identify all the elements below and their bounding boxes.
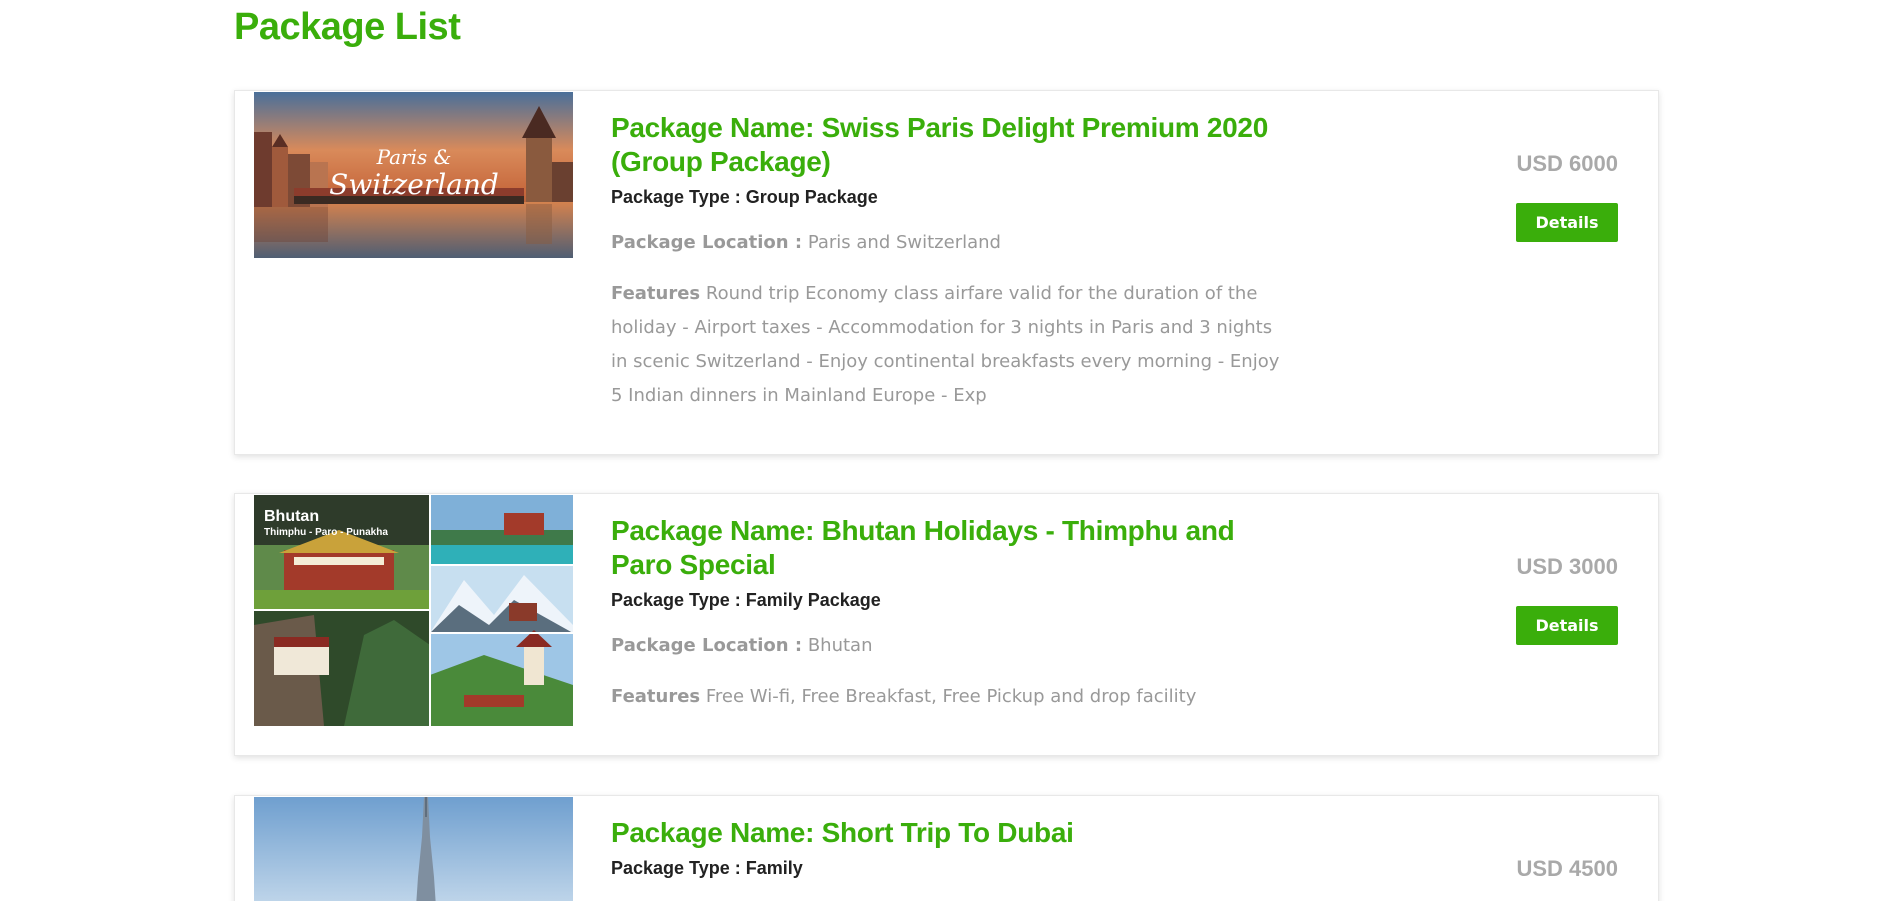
bhutan-collage-image: Bhutan Thimphu - Paro - Punakha: [254, 495, 573, 726]
package-features-value: Free Wi-fi, Free Breakfast, Free Pickup …: [705, 686, 1197, 707]
dubai-skyline-image: [254, 797, 573, 901]
image-caption-line1: Bhutan: [264, 508, 319, 525]
image-caption-line1: Paris &: [376, 145, 452, 169]
package-features: Features Round trip Economy class airfar…: [611, 277, 1281, 413]
details-button[interactable]: Details: [1516, 606, 1618, 645]
image-caption-line2: Thimphu - Paro - Punakha: [264, 527, 388, 538]
package-info: Package Name: Short Trip To Dubai Packag…: [611, 816, 1281, 879]
package-card: Bhutan Thimphu - Paro - Punakha Package …: [234, 493, 1659, 756]
package-name[interactable]: Package Name: Swiss Paris Delight Premiu…: [611, 111, 1281, 179]
package-price: USD 6000: [1516, 151, 1618, 176]
package-price: USD 3000: [1516, 554, 1618, 579]
details-button[interactable]: Details: [1516, 203, 1618, 242]
package-card: Package Name: Short Trip To Dubai Packag…: [234, 795, 1659, 901]
package-features-label: Features: [611, 283, 701, 304]
package-type: Package Type : Family Package: [611, 590, 881, 610]
package-features: Features Free Wi-fi, Free Breakfast, Fre…: [611, 680, 1281, 714]
package-info: Package Name: Swiss Paris Delight Premiu…: [611, 111, 1281, 413]
package-card: Paris & Switzerland Package Name: Swiss …: [234, 90, 1659, 455]
package-features-label: Features: [611, 686, 701, 707]
page-title: Package List: [234, 6, 461, 48]
package-name[interactable]: Package Name: Short Trip To Dubai: [611, 816, 1281, 850]
package-info: Package Name: Bhutan Holidays - Thimphu …: [611, 514, 1281, 714]
package-type: Package Type : Group Package: [611, 187, 878, 207]
package-location: Package Location : Bhutan: [611, 635, 1281, 656]
package-list-page: Package List Paris & Switzerland Package…: [0, 0, 1888, 901]
package-type: Package Type : Family: [611, 858, 803, 878]
paris-switzerland-image: Paris & Switzerland: [254, 92, 573, 258]
package-location: Package Location : Paris and Switzerland: [611, 232, 1281, 253]
package-location-label: Package Location :: [611, 232, 803, 253]
package-location-label: Package Location :: [611, 635, 803, 656]
package-location-value: Paris and Switzerland: [807, 232, 1001, 253]
package-price: USD 4500: [1516, 856, 1618, 881]
image-caption-line2: Switzerland: [329, 168, 499, 201]
package-name[interactable]: Package Name: Bhutan Holidays - Thimphu …: [611, 514, 1281, 582]
package-image[interactable]: [254, 797, 573, 901]
package-image[interactable]: Paris & Switzerland: [254, 92, 573, 258]
package-image[interactable]: Bhutan Thimphu - Paro - Punakha: [254, 495, 573, 726]
package-location-value: Bhutan: [807, 635, 873, 656]
package-features-value: Round trip Economy class airfare valid f…: [611, 283, 1280, 406]
